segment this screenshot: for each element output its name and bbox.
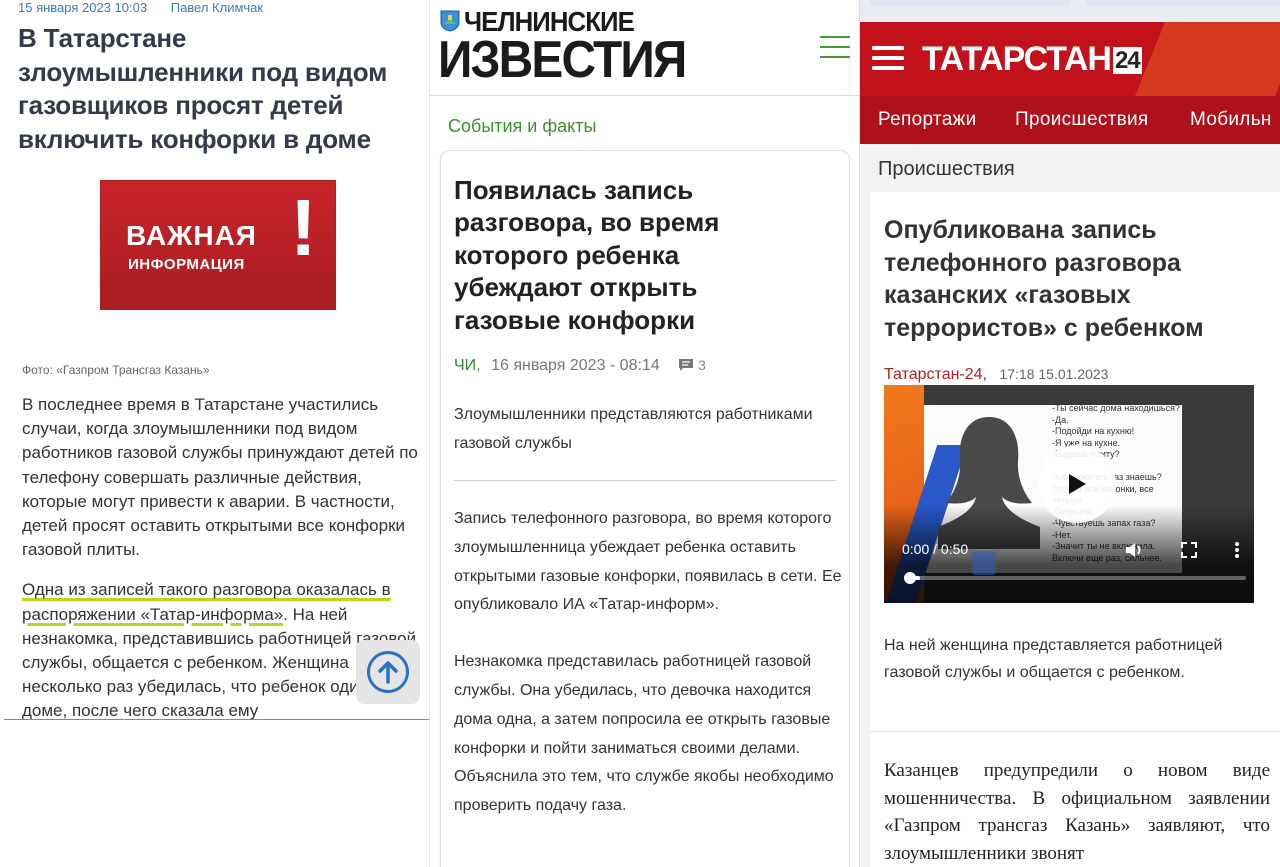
video-player[interactable]: -Ты сейчас дома находишься? -Да. -Подойди … (884, 385, 1254, 603)
video-scrubber-handle[interactable] (904, 572, 916, 584)
panel-chelninskie-izvestia: ЧЕЛНИНСКИЕ ИЗВЕСТИЯ События и факты Появ… (429, 0, 859, 867)
panel-tatar-inform: 15 января 2023 10:03 Павел Климчак В Тат… (0, 0, 429, 867)
article-title: Опубликована запись телефонного разговор… (884, 216, 1204, 342)
article-meta: Татарстан-24, 17:18 15.01.2023 (884, 366, 1108, 384)
transcript-line: -Подойди на кухню! (1052, 426, 1135, 436)
panel-tatarstan24: ТАТАРСТАН 24 Репортажи Происшествия Мобил… (859, 0, 1280, 867)
photo-caption: Фото: «Газпром Трансгаз Казань» (22, 363, 210, 377)
article-title: В Татарстане злоумышленники под видом га… (18, 23, 388, 154)
blank-area (0, 720, 429, 867)
article-lead: На ней женщина представляется работницей… (884, 637, 1223, 681)
article-date: 15 января 2023 10:03 (18, 0, 148, 15)
more-options-icon[interactable] (1234, 541, 1240, 559)
paragraph-1: В последнее время в Татарстане участилис… (22, 395, 418, 560)
menu-icon[interactable] (820, 36, 850, 58)
article-author-link[interactable]: Павел Климчак (171, 0, 263, 15)
scroll-to-top-button[interactable] (356, 640, 420, 704)
article-body: Казанцев предупредили о новом виде мошен… (884, 760, 1270, 864)
nav-item-reports[interactable]: Репортажи (878, 109, 977, 131)
article-meta: ЧИ, 16 января 2023 - 08:14 3 (454, 357, 706, 375)
video-time: 0:00 / 0:50 (902, 541, 969, 557)
logo-text: ТАТАРСТАН (922, 40, 1112, 78)
site-header: ЧЕЛНИНСКИЕ ИЗВЕСТИЯ (430, 0, 859, 96)
article-body: Запись телефонного разговора, во время к… (454, 505, 844, 849)
divider (454, 480, 836, 481)
play-icon (1038, 445, 1116, 523)
nav-item-incidents[interactable]: Происшествия (1015, 109, 1149, 131)
article-time: 17:18 15.01.2023 (999, 366, 1109, 382)
paragraph-1: Запись телефонного разговора, во время к… (454, 510, 842, 614)
paragraph-2: Незнакомка представилась работницей газо… (454, 653, 834, 815)
banner-line2: ИНФОРМАЦИЯ (128, 256, 245, 273)
logo-line2: ИЗВЕСТИЯ (438, 31, 687, 89)
article-source[interactable]: ЧИ (454, 357, 476, 374)
play-button[interactable] (1035, 442, 1119, 526)
section-title: Происшествия (878, 158, 1015, 180)
phone-icon (972, 551, 996, 575)
transcript-line: -Ты сейчас дома находишься? (1052, 403, 1180, 413)
menu-icon[interactable] (872, 46, 904, 70)
article-date: 16 января 2023 - 08:14 (491, 357, 660, 374)
fullscreen-icon[interactable] (1180, 541, 1198, 559)
important-info-banner: ВАЖНАЯ ИНФОРМАЦИЯ ! (100, 180, 336, 310)
comments-number: 3 (698, 357, 706, 373)
exclamation-icon: ! (290, 183, 317, 272)
divider (870, 731, 1280, 732)
article-meta: 15 января 2023 10:03 Павел Климчак (18, 0, 283, 15)
comment-icon (679, 359, 694, 371)
article-lead: Злоумышленники представляются работникам… (454, 406, 813, 452)
meta-separator: , (476, 357, 481, 374)
volume-icon[interactable] (1124, 541, 1144, 559)
article-title: Появилась запись разговора, во время кот… (454, 175, 720, 335)
main-nav: Репортажи Происшествия Мобильн (860, 96, 1280, 144)
section-link[interactable]: События и факты (448, 116, 596, 137)
nav-item-mobile[interactable]: Мобильн (1190, 109, 1272, 131)
video-progress-track[interactable] (906, 576, 1246, 580)
arrow-up-icon (367, 651, 409, 693)
transcript-line: -Да. (1052, 414, 1069, 425)
banner-line1: ВАЖНАЯ (126, 220, 257, 251)
crest-icon (440, 10, 460, 32)
comments-count[interactable]: 3 (678, 357, 706, 373)
article-source[interactable]: Татарстан-24, (884, 366, 987, 383)
logo-number: 24 (1112, 47, 1142, 74)
browser-top-strip (860, 0, 1280, 22)
site-logo[interactable]: ТАТАРСТАН 24 (922, 40, 1142, 79)
